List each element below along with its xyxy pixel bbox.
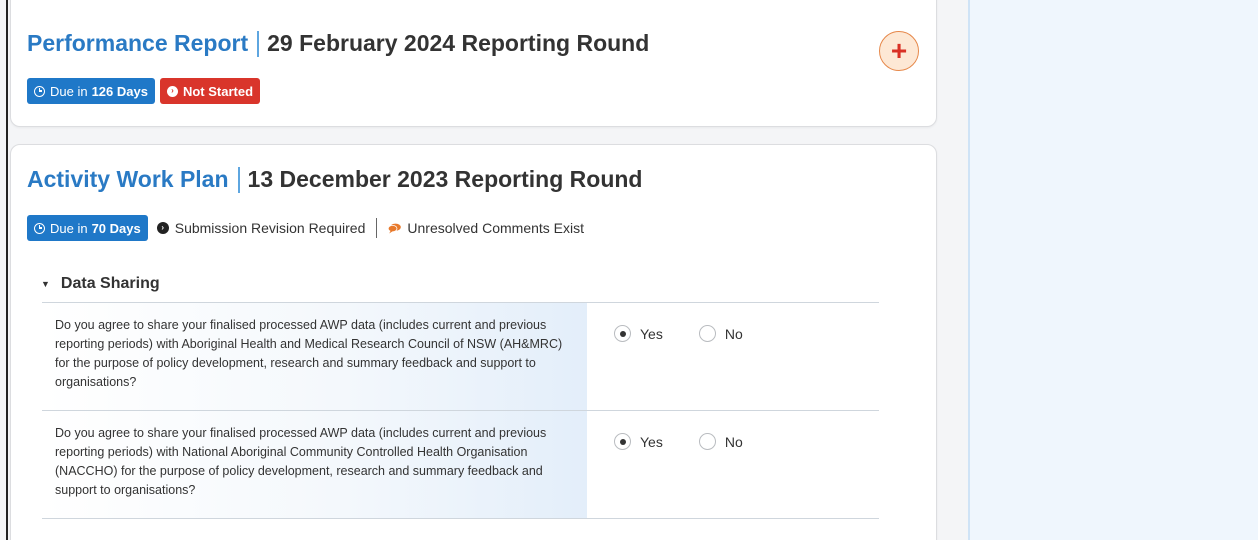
question-text: Do you agree to share your finalised pro… xyxy=(55,426,547,497)
question-row: Do you agree to share your finalised pro… xyxy=(42,411,879,519)
caret-down-icon: ▼ xyxy=(41,279,50,289)
yes-radio[interactable] xyxy=(614,325,631,342)
status-divider xyxy=(376,218,378,238)
question-text: Do you agree to share your finalised pro… xyxy=(55,318,563,389)
add-button[interactable]: + xyxy=(879,31,919,71)
no-radio[interactable] xyxy=(698,325,716,342)
no-label: No xyxy=(724,325,743,342)
chevron-right-icon: › xyxy=(156,222,169,234)
status-badge: › Not Started xyxy=(159,78,261,104)
status-label: Submission Revision Required xyxy=(174,220,366,236)
due-days: 70 Days xyxy=(91,220,141,236)
due-badge: Due in 126 Days xyxy=(27,78,155,104)
title-divider xyxy=(237,166,240,193)
activity-work-plan-badges: Due in 70 Days › Submission Revision Req… xyxy=(27,215,584,241)
yes-option[interactable]: Yes xyxy=(614,325,663,342)
question-cell: Do you agree to share your finalised pro… xyxy=(42,411,587,518)
no-option[interactable]: No xyxy=(698,433,743,450)
no-radio[interactable] xyxy=(698,433,716,450)
question-cell: Do you agree to share your finalised pro… xyxy=(42,303,587,410)
due-badge: Due in 70 Days xyxy=(27,215,148,241)
section-title: Data Sharing xyxy=(60,275,160,292)
comments-label: Unresolved Comments Exist xyxy=(407,220,585,236)
report-title-link[interactable]: Performance Report xyxy=(27,30,248,57)
status-label: Not Started xyxy=(182,83,254,99)
yes-option[interactable]: Yes xyxy=(614,433,663,450)
due-prefix: Due in xyxy=(50,220,88,236)
clock-icon xyxy=(34,222,45,234)
answer-options: Yes No xyxy=(614,325,779,342)
no-option[interactable]: No xyxy=(698,325,743,342)
clock-icon xyxy=(34,85,45,97)
questions-table: Do you agree to share your finalised pro… xyxy=(42,302,879,519)
question-row: Do you agree to share your finalised pro… xyxy=(42,303,879,411)
chevron-right-icon: › xyxy=(166,85,178,97)
activity-work-plan-title: Activity Work Plan 13 December 2023 Repo… xyxy=(27,166,642,193)
answer-options: Yes No xyxy=(614,433,779,450)
page-left-border xyxy=(6,0,8,540)
performance-report-badges: Due in 126 Days › Not Started xyxy=(27,78,261,104)
title-divider xyxy=(257,30,260,57)
reporting-round: 29 February 2024 Reporting Round xyxy=(267,30,650,56)
due-prefix: Due in xyxy=(50,83,88,99)
right-side-panel xyxy=(968,0,1258,540)
yes-label: Yes xyxy=(640,433,663,450)
performance-report-card: Performance Report 29 February 2024 Repo… xyxy=(10,0,937,127)
yes-radio[interactable] xyxy=(614,433,631,450)
data-sharing-section-toggle[interactable]: ▼ Data Sharing xyxy=(41,275,160,293)
due-days: 126 Days xyxy=(91,83,148,99)
no-label: No xyxy=(724,433,743,450)
activity-work-plan-card: Activity Work Plan 13 December 2023 Repo… xyxy=(10,144,937,540)
plan-title-link[interactable]: Activity Work Plan xyxy=(27,166,229,193)
yes-label: Yes xyxy=(640,325,663,342)
comments-icon xyxy=(388,223,402,233)
reporting-round: 13 December 2023 Reporting Round xyxy=(247,166,643,192)
performance-report-title: Performance Report 29 February 2024 Repo… xyxy=(27,30,649,57)
